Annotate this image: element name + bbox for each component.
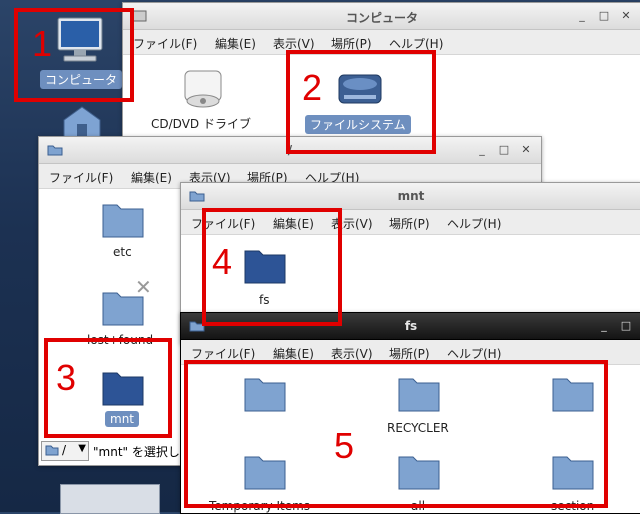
annotation-number-1: 1 (32, 23, 53, 64)
minimize-button[interactable]: _ (575, 9, 589, 23)
annotation-box-5 (184, 360, 608, 508)
annotation-number-3: 3 (56, 357, 77, 398)
cdrom-icon[interactable] (181, 67, 225, 111)
path-text: / (62, 443, 67, 457)
home-icon[interactable] (60, 104, 104, 138)
maximize-button[interactable]: □ (597, 9, 611, 23)
menu-file[interactable]: ファイル(F) (49, 169, 113, 186)
mnt-titlebar[interactable]: mnt (181, 183, 640, 210)
maximize-button[interactable]: □ (619, 319, 633, 333)
menu-help[interactable]: ヘルプ(H) (447, 215, 501, 232)
folder-icon (45, 444, 59, 459)
minimize-button[interactable]: _ (597, 319, 611, 333)
annotation-number-4: 4 (212, 241, 233, 282)
window-title: mnt (397, 189, 425, 203)
no-access-icon: ✕ (135, 275, 152, 299)
workspace-thumbnail[interactable] (60, 484, 160, 514)
close-button[interactable]: ✕ (519, 143, 533, 157)
cdrom-label[interactable]: CD/DVD ドライブ (151, 115, 251, 132)
path-dropdown[interactable]: / ▼ (41, 441, 89, 461)
annotation-number-2: 2 (302, 67, 323, 108)
annotation-number-5: 5 (334, 425, 355, 466)
close-button[interactable]: ✕ (619, 9, 633, 23)
menu-file[interactable]: ファイル(F) (133, 35, 197, 52)
window-title: コンピュータ (345, 11, 418, 25)
menu-places[interactable]: 場所(P) (389, 215, 430, 232)
minimize-button[interactable]: _ (475, 143, 489, 157)
status-text: "mnt" を選択し (93, 445, 180, 459)
maximize-button[interactable]: □ (497, 143, 511, 157)
folder-label[interactable]: etc (113, 245, 132, 259)
menu-edit[interactable]: 編集(E) (215, 35, 256, 52)
folder-icon[interactable] (101, 201, 145, 239)
menu-edit[interactable]: 編集(E) (131, 169, 172, 186)
status-bar: / ▼ "mnt" を選択し (39, 437, 189, 465)
computer-titlebar[interactable]: コンピュータ _ □ ✕ (123, 3, 640, 30)
chevron-down-icon: ▼ (78, 443, 86, 454)
